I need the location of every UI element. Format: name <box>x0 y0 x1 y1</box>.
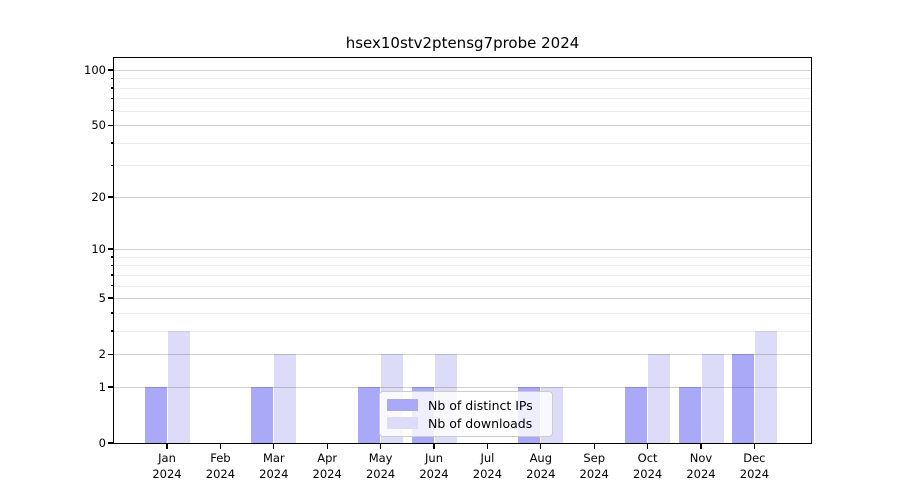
bar-distinct-ips-oct <box>625 387 647 443</box>
bar-distinct-ips-mar <box>251 387 273 443</box>
bar-downloads-oct <box>648 354 670 443</box>
y-tick-label: 1 <box>30 380 106 394</box>
y-tick-label: 20 <box>30 190 106 204</box>
bar-downloads-dec <box>755 331 777 443</box>
x-tick <box>433 444 434 449</box>
bar-distinct-ips-may <box>358 387 380 443</box>
x-tick <box>327 444 328 449</box>
y-tick-label: 10 <box>30 242 106 256</box>
x-tick-label-dec: Dec 2024 <box>722 450 786 482</box>
legend-label-downloads: Nb of downloads <box>428 416 532 431</box>
x-tick <box>540 444 541 449</box>
x-tick <box>273 444 274 449</box>
legend-swatch-distinct-ips <box>387 399 418 411</box>
bar-downloads-mar <box>274 354 296 443</box>
chart-title: hsex10stv2ptensg7probe 2024 <box>114 34 811 52</box>
plot-area: Nb of distinct IPs Nb of downloads <box>114 58 811 443</box>
bars-layer <box>114 58 811 443</box>
x-tick <box>594 444 595 449</box>
legend-label-distinct-ips: Nb of distinct IPs <box>428 398 533 413</box>
y-tick-label: 2 <box>30 347 106 361</box>
legend-swatch-downloads <box>387 417 418 429</box>
bar-distinct-ips-dec <box>732 354 754 443</box>
legend-item-downloads: Nb of downloads <box>387 416 545 431</box>
bar-downloads-nov <box>702 354 724 443</box>
x-tick <box>647 444 648 449</box>
y-tick-label: 5 <box>30 291 106 305</box>
figure: hsex10stv2ptensg7probe 2024 Nb of distin… <box>0 0 900 500</box>
y-tick-label: 0 <box>30 436 106 450</box>
y-tick-label: 50 <box>30 118 106 132</box>
x-tick <box>380 444 381 449</box>
bar-distinct-ips-jan <box>145 387 167 443</box>
bar-distinct-ips-nov <box>679 387 701 443</box>
x-tick <box>700 444 701 449</box>
y-tick-label: 100 <box>30 63 106 77</box>
x-tick <box>487 444 488 449</box>
bar-downloads-jan <box>168 331 190 443</box>
x-tick <box>754 444 755 449</box>
x-tick <box>166 444 167 449</box>
x-tick <box>220 444 221 449</box>
legend-item-distinct-ips: Nb of distinct IPs <box>387 398 545 413</box>
legend: Nb of distinct IPs Nb of downloads <box>379 391 553 437</box>
